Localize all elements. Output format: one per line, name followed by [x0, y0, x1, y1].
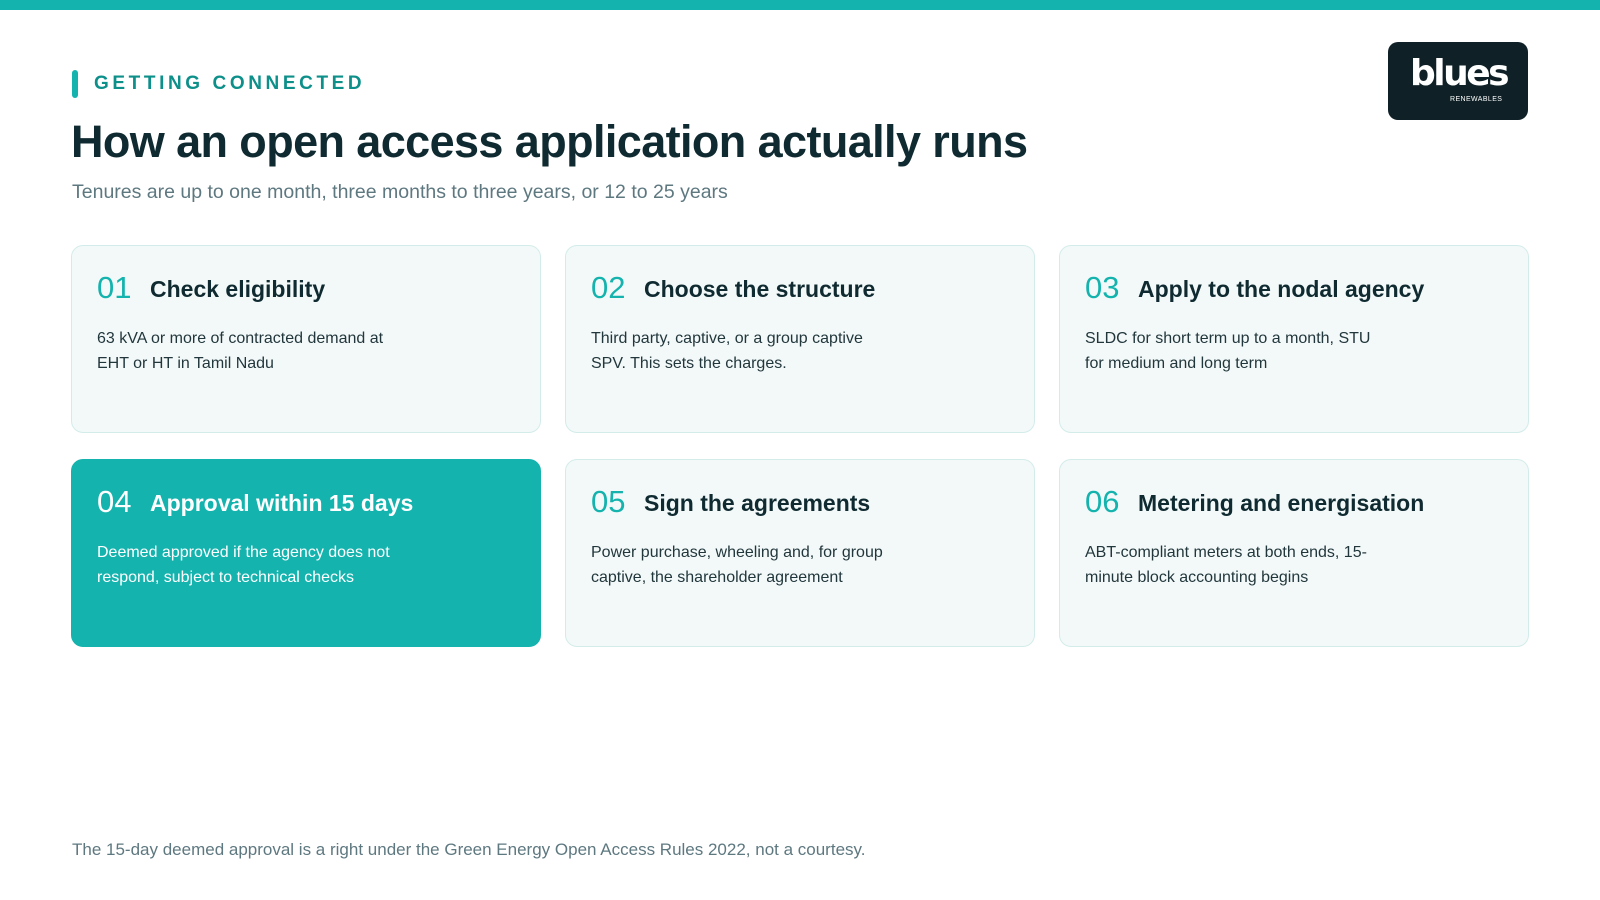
step-description: Third party, captive, or a group captive… — [591, 330, 863, 372]
step-card-02: 02 Choose the structure Third party, cap… — [565, 245, 1035, 433]
step-description: Power purchase, wheeling and, for group … — [591, 544, 883, 586]
step-card-03: 03 Apply to the nodal agency SLDC for sh… — [1059, 245, 1529, 433]
step-title: Apply to the nodal agency — [1138, 276, 1425, 302]
step-title: Sign the agreements — [644, 490, 871, 516]
footnote: The 15-day deemed approval is a right un… — [72, 840, 866, 859]
step-number: 02 — [591, 270, 626, 305]
step-title: Check eligibility — [150, 276, 326, 302]
page-title: How an open access application actually … — [71, 116, 1028, 167]
eyebrow-accent-mark — [72, 70, 78, 98]
top-accent-bar — [0, 0, 1600, 10]
brand-logo: blues RENEWABLES — [1388, 42, 1528, 120]
step-number: 01 — [97, 270, 132, 305]
step-number: 03 — [1085, 270, 1120, 305]
step-card-01: 01 Check eligibility 63 kVA or more of c… — [71, 245, 541, 433]
step-title: Approval within 15 days — [150, 490, 414, 516]
step-description: 63 kVA or more of contracted demand at E… — [97, 330, 384, 372]
logo-tagline: RENEWABLES — [1450, 96, 1503, 103]
step-card-06: 06 Metering and energisation ABT-complia… — [1059, 459, 1529, 647]
eyebrow-label: GETTING CONNECTED — [94, 73, 366, 94]
step-title: Metering and energisation — [1138, 490, 1425, 516]
step-description: Deemed approved if the agency does not r… — [97, 544, 390, 586]
step-number: 04 — [97, 484, 132, 519]
step-number: 05 — [591, 484, 626, 519]
step-card-04: 04 Approval within 15 days Deemed approv… — [71, 459, 541, 647]
page-subtitle: Tenures are up to one month, three month… — [72, 181, 728, 203]
logo-wordmark: blues — [1410, 53, 1510, 94]
section-eyebrow: GETTING CONNECTED — [72, 70, 365, 98]
step-description: SLDC for short term up to a month, STU f… — [1085, 330, 1371, 372]
step-number: 06 — [1085, 484, 1120, 519]
step-title: Choose the structure — [644, 276, 876, 302]
step-card-05: 05 Sign the agreements Power purchase, w… — [565, 459, 1035, 647]
step-description: ABT-compliant meters at both ends, 15-mi… — [1085, 544, 1367, 586]
